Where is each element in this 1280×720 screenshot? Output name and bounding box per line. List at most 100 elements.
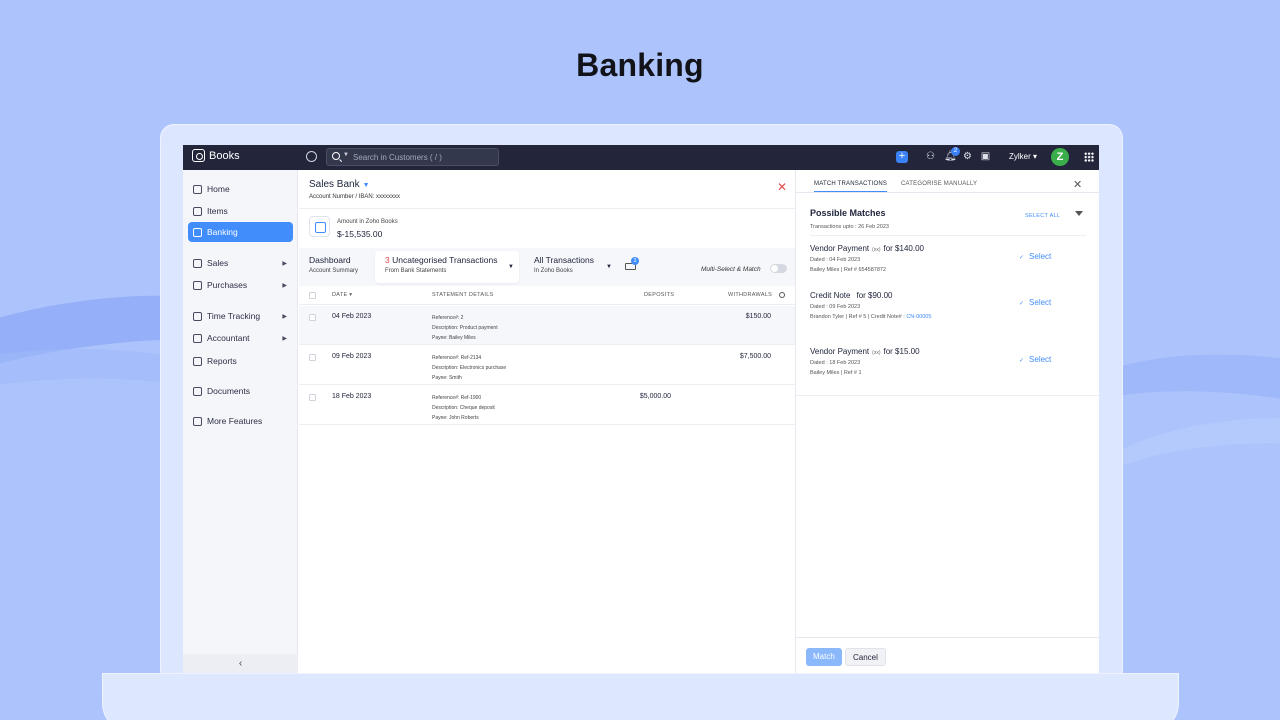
table-row[interactable]: 09 Feb 2023 Reference#: Ref-2134 Descrip… [299, 346, 795, 385]
timer-icon [193, 311, 202, 321]
select-match-button[interactable]: ✓ Select [1019, 355, 1051, 364]
gear-icon[interactable]: ⚙ [962, 151, 973, 162]
row-date: 09 Feb 2023 [332, 353, 372, 360]
tab-all-transactions[interactable]: All Transactions In Zoho Books ▼ [524, 251, 617, 283]
account-number: Account Number / IBAN: xxxxxxxx [309, 194, 401, 200]
items-icon [193, 206, 202, 216]
tab-uncategorised[interactable]: 3 Uncategorised Transactions From Bank S… [375, 251, 519, 283]
organization-switcher[interactable]: Zylker ▾ [1009, 152, 1037, 161]
transactions-upto: Transactions upto : 26 Feb 2023 [810, 224, 889, 230]
org-name: Zylker [1009, 152, 1031, 161]
chevron-right-icon: ▶ [282, 282, 287, 289]
table-row[interactable]: 18 Feb 2023 Reference#: Ref-1900 Descrip… [299, 386, 795, 425]
row-deposit: $5,000.00 [639, 393, 671, 400]
tab-match-transactions[interactable]: MATCH TRANSACTIONS [814, 181, 888, 192]
row-details: Reference#: Ref-2134 Description: Electr… [432, 355, 507, 381]
help-icon[interactable]: ▣ [980, 151, 991, 162]
column-date[interactable]: DATE ▾ [332, 292, 352, 298]
sidebar-item-accountant[interactable]: Accountant ▶ [188, 328, 293, 348]
chevron-down-icon[interactable]: ▼ [343, 152, 349, 158]
select-match-button[interactable]: ✓ Select [1019, 252, 1051, 261]
tab-dashboard[interactable]: Dashboard Account Summary [299, 251, 373, 283]
sidebar-item-sales[interactable]: Sales ▶ [188, 253, 293, 273]
multi-select-toggle[interactable] [770, 264, 787, 273]
check-icon: ✓ [1019, 301, 1025, 307]
table-header: DATE ▾ STATEMENT DETAILS DEPOSITS WITHDR… [299, 287, 795, 305]
panel-footer: Match Cancel [796, 637, 1099, 673]
global-search[interactable]: ▼ [326, 148, 499, 166]
chevron-right-icon: ▶ [282, 313, 287, 320]
search-input[interactable] [353, 150, 493, 164]
page-heading: Banking [576, 47, 704, 83]
balance-icon [309, 216, 330, 237]
close-icon[interactable]: ✕ [1073, 178, 1082, 191]
row-checkbox[interactable] [309, 354, 316, 361]
app-grid-icon[interactable] [1084, 152, 1094, 162]
chevron-right-icon: ▶ [282, 260, 287, 267]
balance-value: $-15,535.00 [337, 229, 383, 239]
filter-icon[interactable] [1075, 211, 1083, 216]
recent-history-icon[interactable] [306, 151, 317, 162]
quick-create-button[interactable]: + [896, 151, 908, 163]
row-checkbox[interactable] [309, 314, 316, 321]
avatar[interactable]: Z [1051, 148, 1069, 166]
table-row[interactable]: 04 Feb 2023 Reference#: 2 Description: P… [299, 306, 795, 345]
select-all-checkbox[interactable] [309, 292, 316, 299]
select-match-button[interactable]: ✓ Select [1019, 298, 1051, 307]
sidebar-collapse-button[interactable]: ‹ [183, 654, 298, 673]
cart-icon [193, 258, 202, 268]
column-withdrawals: WITHDRAWALS [728, 292, 773, 298]
multi-select-label: Multi-Select & Match [701, 266, 761, 273]
row-date: 04 Feb 2023 [332, 313, 372, 320]
sidebar-item-purchases[interactable]: Purchases ▶ [188, 275, 293, 295]
row-withdrawal: $150.00 [745, 313, 771, 320]
cancel-button[interactable]: Cancel [845, 648, 886, 666]
sidebar-item-documents[interactable]: Documents [188, 381, 293, 401]
balance-label: Amount in Zoho Books [337, 219, 398, 225]
divider [810, 235, 1086, 236]
match-button[interactable]: Match [806, 648, 842, 666]
row-date: 18 Feb 2023 [332, 393, 372, 400]
app-name: Books [209, 149, 240, 162]
search-icon[interactable] [779, 292, 785, 298]
tab-categorise-manually[interactable]: CATEGORISE MANUALLY [901, 181, 977, 187]
chevron-down-icon: ▼ [362, 182, 370, 189]
chevron-down-icon[interactable]: ▼ [508, 264, 514, 270]
books-logo-icon [192, 149, 205, 162]
sidebar-item-banking[interactable]: Banking [188, 222, 293, 242]
sidebar: Home Items Banking Sales ▶ Purchases ▶ Tim… [183, 170, 298, 673]
account-name: Sales Bank [309, 179, 360, 190]
laptop-base [102, 673, 1179, 720]
app-screen: Books ▼ + ⚇ 🔔︎ 2 ⚙ ▣ Zylker ▾ Z Home Ite… [183, 145, 1099, 673]
check-icon: ✓ [1019, 358, 1025, 364]
search-icon[interactable] [332, 152, 340, 160]
sidebar-item-items[interactable]: Items [188, 201, 293, 221]
close-icon[interactable]: ✕ [777, 180, 787, 194]
chevron-down-icon[interactable]: ▼ [606, 264, 612, 270]
sidebar-item-more-features[interactable]: More Features [188, 411, 293, 431]
select-all-link[interactable]: SELECT ALL [1025, 213, 1060, 219]
folder-icon [193, 386, 202, 396]
app-logo[interactable]: Books [192, 149, 240, 162]
match-panel: MATCH TRANSACTIONS CATEGORISE MANUALLY ✕… [795, 170, 1099, 673]
row-checkbox[interactable] [309, 394, 316, 401]
bank-icon [193, 227, 202, 237]
sidebar-item-reports[interactable]: Reports [188, 351, 293, 371]
possible-matches-title: Possible Matches [810, 208, 886, 218]
credit-note-link[interactable]: CN-00005 [906, 314, 931, 320]
column-deposits: DEPOSITS [644, 292, 675, 298]
row-details: Reference#: 2 Description: Product payme… [432, 315, 498, 341]
row-withdrawal: $7,500.00 [739, 353, 771, 360]
sidebar-item-home[interactable]: Home [188, 179, 293, 199]
account-switcher[interactable]: Sales Bank ▼ [309, 179, 370, 190]
main-content: Sales Bank ▼ Account Number / IBAN: xxxxx… [299, 170, 795, 673]
users-icon[interactable]: ⚇ [925, 151, 936, 162]
divider [796, 395, 1099, 396]
divider [299, 208, 795, 209]
sidebar-item-time-tracking[interactable]: Time Tracking ▶ [188, 306, 293, 326]
divider [796, 192, 1099, 193]
row-details: Reference#: Ref-1900 Description: Cheque… [432, 395, 495, 421]
notification-badge: 2 [951, 147, 960, 156]
check-icon: ✓ [1019, 255, 1025, 261]
top-bar: Books ▼ + ⚇ 🔔︎ 2 ⚙ ▣ Zylker ▾ Z [183, 145, 1099, 170]
